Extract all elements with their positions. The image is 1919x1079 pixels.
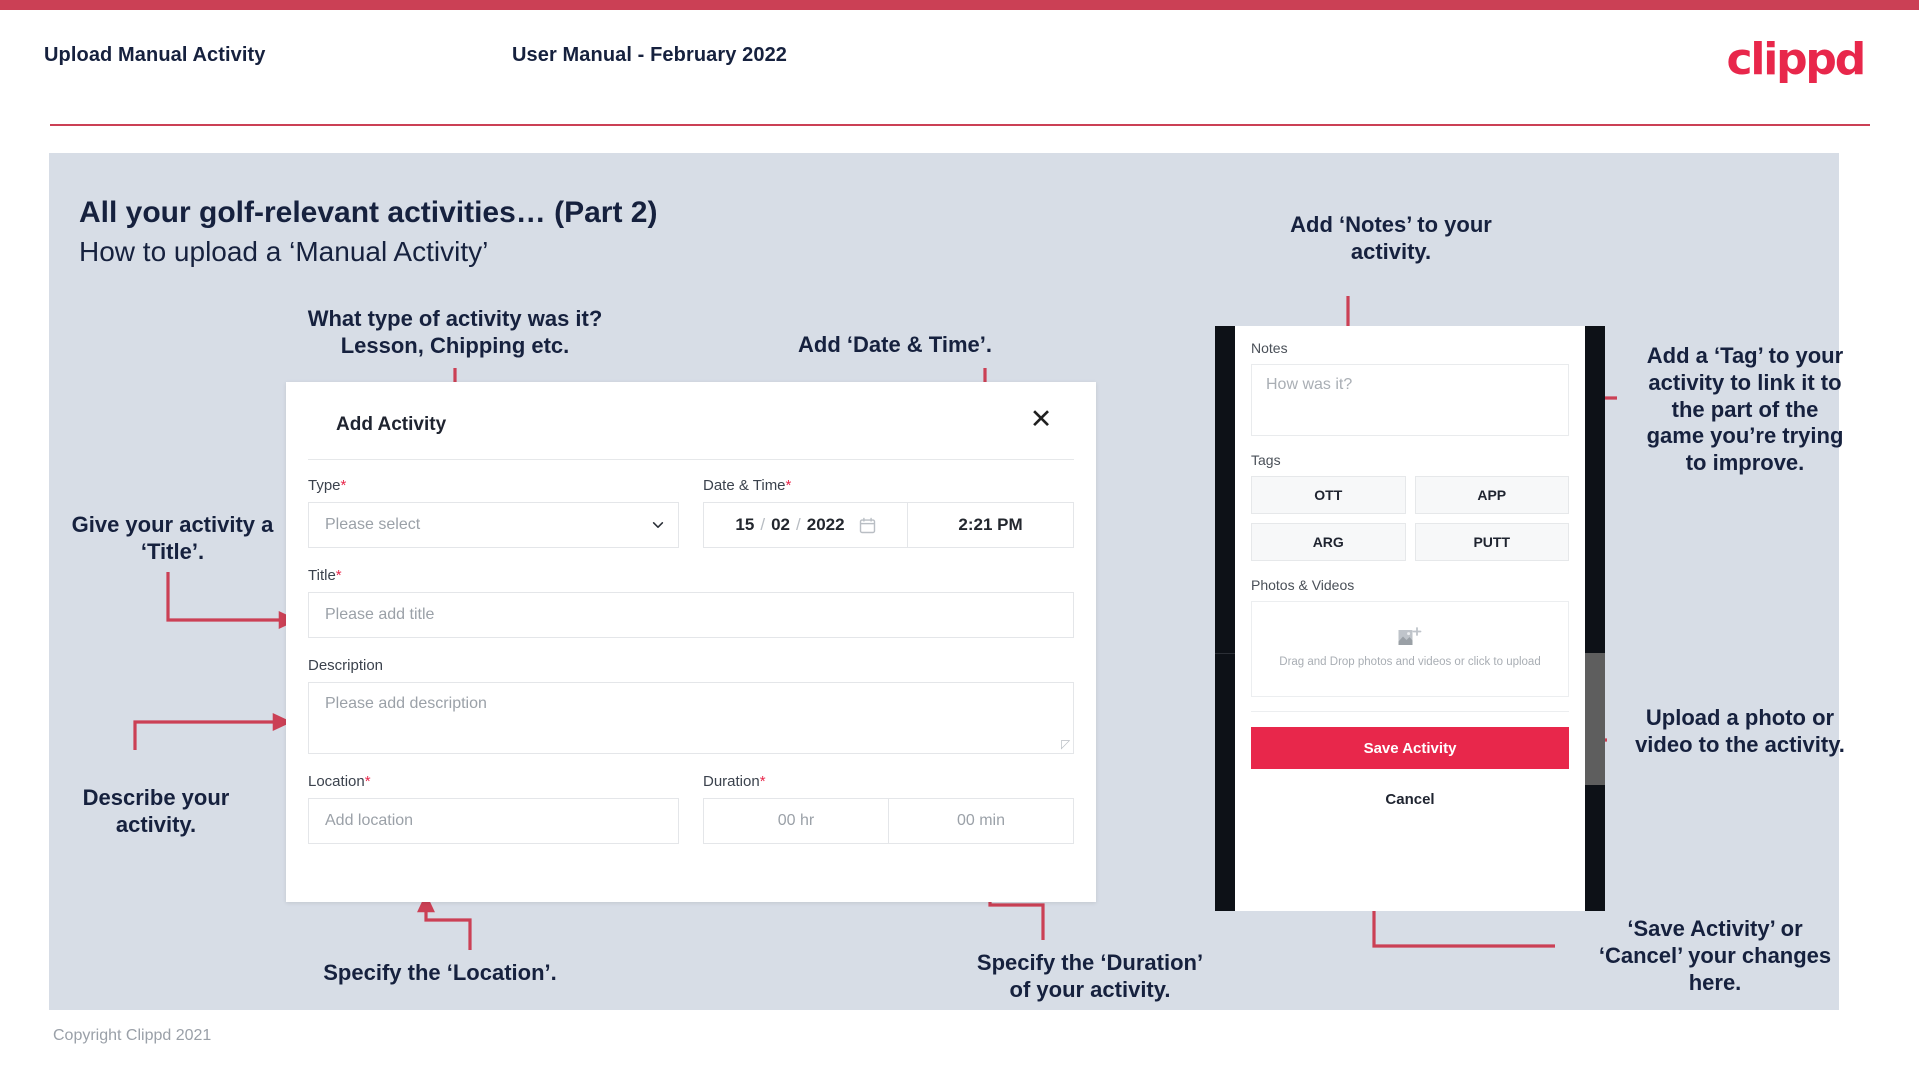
page-subtitle: How to upload a ‘Manual Activity’ — [79, 236, 489, 267]
dialog-title: Add Activity — [336, 414, 447, 435]
tags-label: Tags — [1251, 452, 1281, 468]
time-input[interactable]: 2:21 PM — [907, 502, 1074, 548]
add-image-icon — [1398, 627, 1422, 646]
description-label: Description — [308, 657, 384, 674]
title-placeholder: Please add title — [325, 606, 435, 623]
phone-screen: Notes How was it? Tags OTT APP ARG PUTT … — [1235, 326, 1585, 911]
annotation-type: What type of activity was it? Lesson, Chi… — [307, 306, 603, 358]
notes-placeholder: How was it? — [1266, 376, 1353, 393]
annotation-duration: Specify the ‘Duration’ of your activity. — [976, 950, 1204, 1002]
type-select-wrap: Please select — [308, 502, 679, 548]
description-placeholder: Please add description — [325, 695, 487, 712]
datetime-required-marker: * — [785, 477, 792, 494]
top-accent-bar — [0, 0, 1919, 10]
copyright-text: Copyright Clippd 2021 — [53, 1027, 212, 1044]
header-center-title: User Manual - February 2022 — [512, 44, 788, 66]
annotation-tag: Add a ‘Tag’ to your activity to link it t… — [1646, 343, 1844, 476]
page-title: All your golf-relevant activities… (Part… — [79, 196, 658, 229]
location-label-text: Location — [308, 773, 365, 790]
date-year: 2022 — [806, 515, 845, 534]
datetime-group: 15 / 02 / 2022 2:21 PM — [703, 502, 1074, 548]
location-placeholder: Add location — [325, 812, 414, 829]
photos-label: Photos & Videos — [1251, 577, 1355, 593]
field-duration: Duration* 00 hr 00 min — [703, 773, 1074, 844]
dialog-divider — [308, 459, 1074, 460]
annotation-description: Describe your activity. — [82, 785, 230, 837]
title-input[interactable]: Please add title — [308, 592, 1074, 638]
duration-hours-input[interactable]: 00 hr — [703, 798, 888, 844]
title-required-marker: * — [335, 567, 342, 584]
cancel-button[interactable]: Cancel — [1251, 791, 1569, 808]
header-left-title: Upload Manual Activity — [44, 44, 266, 66]
phone-mockup: Notes How was it? Tags OTT APP ARG PUTT … — [1215, 326, 1605, 911]
calendar-icon[interactable] — [859, 517, 876, 534]
annotation-title: Give your activity a ‘Title’. — [71, 512, 274, 564]
phone-bezel-seam — [1215, 653, 1235, 654]
slide-canvas: Upload Manual Activity User Manual - Feb… — [0, 0, 1919, 1079]
field-title: Title* Please add title — [308, 567, 1074, 638]
duration-label-text: Duration — [703, 773, 760, 790]
row-location-duration: Location* Add location Duration* 00 hr 0… — [308, 773, 1074, 844]
title-label: Title* — [308, 567, 1074, 584]
phone-bezel-right — [1585, 326, 1605, 911]
field-description: Description Please add description ◹ — [308, 657, 1074, 754]
annotation-notes: Add ‘Notes’ to your activity. — [1290, 212, 1492, 264]
annotation-datetime: Add ‘Date & Time’. — [798, 332, 992, 357]
notes-textarea[interactable]: How was it? — [1251, 364, 1569, 436]
header-divider — [50, 124, 1870, 126]
annotation-location: Specify the ‘Location’. — [323, 960, 557, 985]
type-select-placeholder: Please select — [325, 516, 421, 533]
location-required-marker: * — [364, 773, 371, 790]
tags-section: Tags OTT APP ARG PUTT — [1251, 452, 1569, 561]
phone-divider — [1251, 711, 1569, 712]
resize-handle-icon[interactable]: ◹ — [1061, 737, 1070, 751]
phone-bezel-left — [1215, 326, 1235, 911]
duration-required-marker: * — [759, 773, 766, 790]
dialog-form: Type* Please select Date & Time* 15 / 02… — [308, 477, 1074, 844]
row-type-datetime: Type* Please select Date & Time* 15 / 02… — [308, 477, 1074, 548]
photos-section: Photos & Videos Drag and Drop photos and… — [1251, 577, 1569, 697]
date-month: 02 — [771, 515, 790, 534]
type-required-marker: * — [340, 477, 347, 494]
type-select[interactable]: Please select — [308, 502, 679, 548]
add-activity-dialog: Add Activity ✕ Type* Please select Date … — [286, 382, 1096, 902]
datetime-label: Date & Time* — [703, 477, 1074, 494]
field-type: Type* Please select — [308, 477, 679, 548]
tags-grid: OTT APP ARG PUTT — [1251, 476, 1569, 561]
chevron-down-icon — [652, 522, 664, 528]
save-activity-button[interactable]: Save Activity — [1251, 727, 1569, 769]
type-label: Type* — [308, 477, 679, 494]
date-slash-2: / — [796, 515, 801, 534]
location-input[interactable]: Add location — [308, 798, 679, 844]
type-label-text: Type — [308, 477, 341, 494]
date-input[interactable]: 15 / 02 / 2022 — [703, 502, 907, 548]
field-location: Location* Add location — [308, 773, 679, 844]
location-label: Location* — [308, 773, 679, 790]
duration-group: 00 hr 00 min — [703, 798, 1074, 844]
date-slash-1: / — [760, 515, 766, 534]
tag-button-arg[interactable]: ARG — [1251, 523, 1406, 561]
description-textarea[interactable]: Please add description ◹ — [308, 682, 1074, 754]
photo-dropzone[interactable]: Drag and Drop photos and videos or click… — [1251, 601, 1569, 697]
close-icon[interactable]: ✕ — [1026, 404, 1056, 434]
annotation-save: ‘Save Activity’ or ‘Cancel’ your changes h… — [1598, 916, 1832, 995]
field-datetime: Date & Time* 15 / 02 / 2022 2:21 PM — [703, 477, 1074, 548]
notes-label: Notes — [1251, 340, 1288, 356]
phone-side-button — [1585, 653, 1605, 785]
tag-button-ott[interactable]: OTT — [1251, 476, 1406, 514]
date-day: 15 — [735, 515, 755, 534]
clippd-logo: clippd — [1726, 34, 1866, 85]
duration-minutes-input[interactable]: 00 min — [888, 798, 1074, 844]
dropzone-text: Drag and Drop photos and videos or click… — [1279, 656, 1541, 669]
tag-button-putt[interactable]: PUTT — [1414, 523, 1569, 561]
duration-label: Duration* — [703, 773, 1074, 790]
tag-button-app[interactable]: APP — [1414, 476, 1569, 514]
title-label-text: Title — [308, 567, 336, 584]
datetime-label-text: Date & Time — [703, 477, 786, 494]
annotation-upload: Upload a photo or video to the activity. — [1635, 705, 1845, 757]
